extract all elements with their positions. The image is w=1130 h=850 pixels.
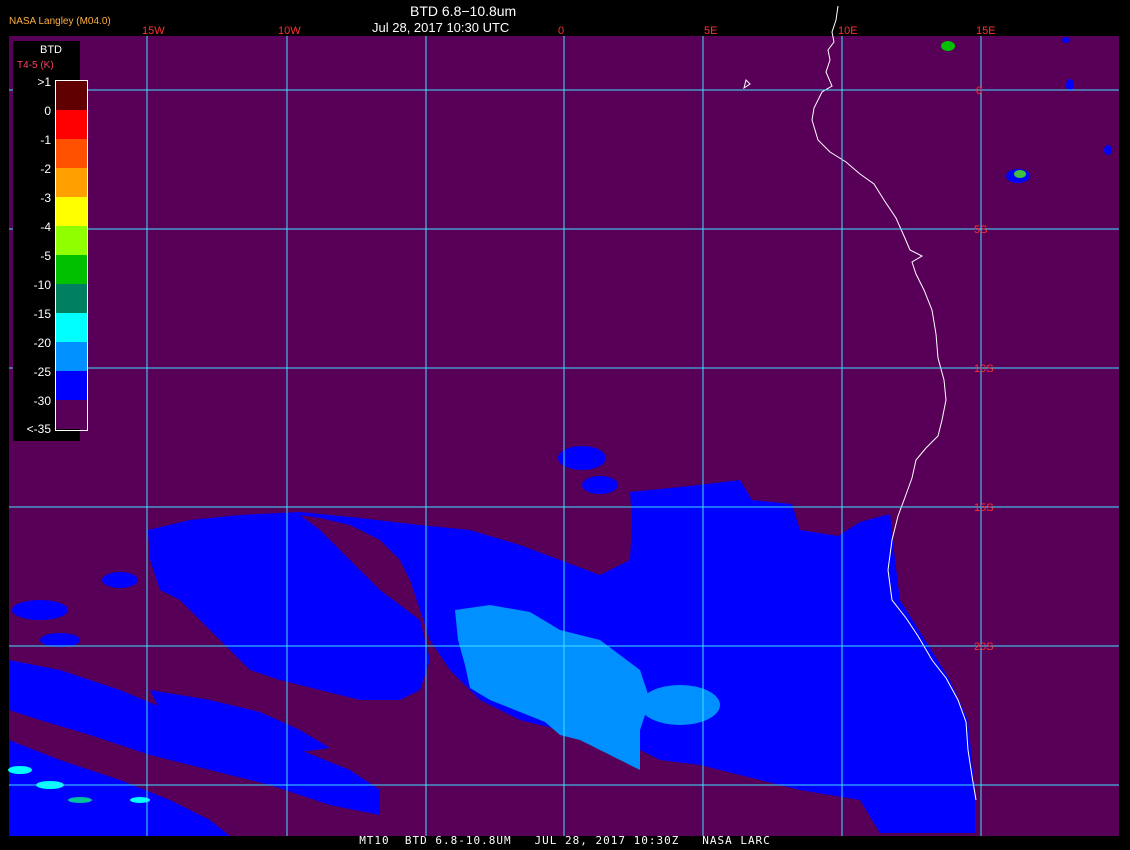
color-legend: BTD T4-5 (K) >1 0 -1 -2 -3 -4 -5 -10 -15…	[13, 41, 88, 441]
cloud-puff	[1104, 145, 1112, 155]
lat-label-15s: 15S	[974, 502, 994, 514]
product-title: BTD 6.8−10.8um	[410, 3, 517, 19]
legend-label: -25	[33, 365, 51, 379]
legend-label: -3	[40, 191, 51, 205]
cloud-puff	[12, 600, 68, 620]
cloud-puff	[248, 590, 292, 610]
lat-label-20s: 20S	[974, 641, 994, 653]
longitude-labels: 15W 10W 0 5E 10E 15E	[142, 25, 996, 37]
legend-label: -15	[33, 307, 51, 321]
legend-label: <-35	[26, 422, 51, 436]
cloud-puff	[1062, 37, 1070, 43]
lon-label-15w: 15W	[142, 25, 165, 37]
legend-label: -1	[40, 133, 51, 147]
lat-label-10s: 10S	[974, 363, 994, 375]
lon-label-5e: 5E	[704, 25, 717, 37]
cloud-puff	[102, 572, 138, 588]
legend-label: -20	[33, 336, 51, 350]
cloud-puff-light	[640, 685, 720, 725]
satellite-image-viewer: 15W 10W 0 5E 10E 15E 0 5S 10S 15S 20S NA…	[0, 0, 1130, 850]
cloud-puff	[40, 633, 80, 647]
cloud-puff	[324, 578, 376, 602]
lon-label-0: 0	[558, 25, 564, 37]
legend-label: -5	[40, 249, 51, 263]
cloud-puff	[190, 546, 250, 574]
legend-label: -30	[33, 394, 51, 408]
legend-label: -10	[33, 278, 51, 292]
legend-frame	[55, 80, 88, 431]
legend-label: -4	[40, 220, 51, 234]
legend-title: BTD	[40, 44, 62, 56]
lon-label-10w: 10W	[278, 25, 301, 37]
cloud-puff	[558, 446, 606, 470]
lon-label-15e: 15E	[976, 25, 996, 37]
lon-label-10e: 10E	[838, 25, 858, 37]
legend-label: 0	[44, 104, 51, 118]
cloud-puff	[760, 748, 840, 772]
cloud-puff	[870, 675, 930, 725]
legend-label: >1	[37, 75, 51, 89]
cloud-puff	[1066, 79, 1074, 91]
legend-label: -2	[40, 162, 51, 176]
image-caption: MT10 BTD 6.8-10.8UM JUL 28, 2017 10:30Z …	[359, 834, 771, 847]
btd-satellite-map: 15W 10W 0 5E 10E 15E 0 5S 10S 15S 20S	[8, 5, 1119, 836]
cloud-puff	[582, 476, 618, 494]
legend-unit: T4-5 (K)	[17, 60, 54, 71]
lat-label-0: 0	[976, 85, 982, 97]
organization-label: NASA Langley (M04.0)	[9, 16, 111, 27]
lat-label-5s: 5S	[974, 224, 987, 236]
image-timestamp: Jul 28, 2017 10:30 UTC	[372, 20, 510, 35]
